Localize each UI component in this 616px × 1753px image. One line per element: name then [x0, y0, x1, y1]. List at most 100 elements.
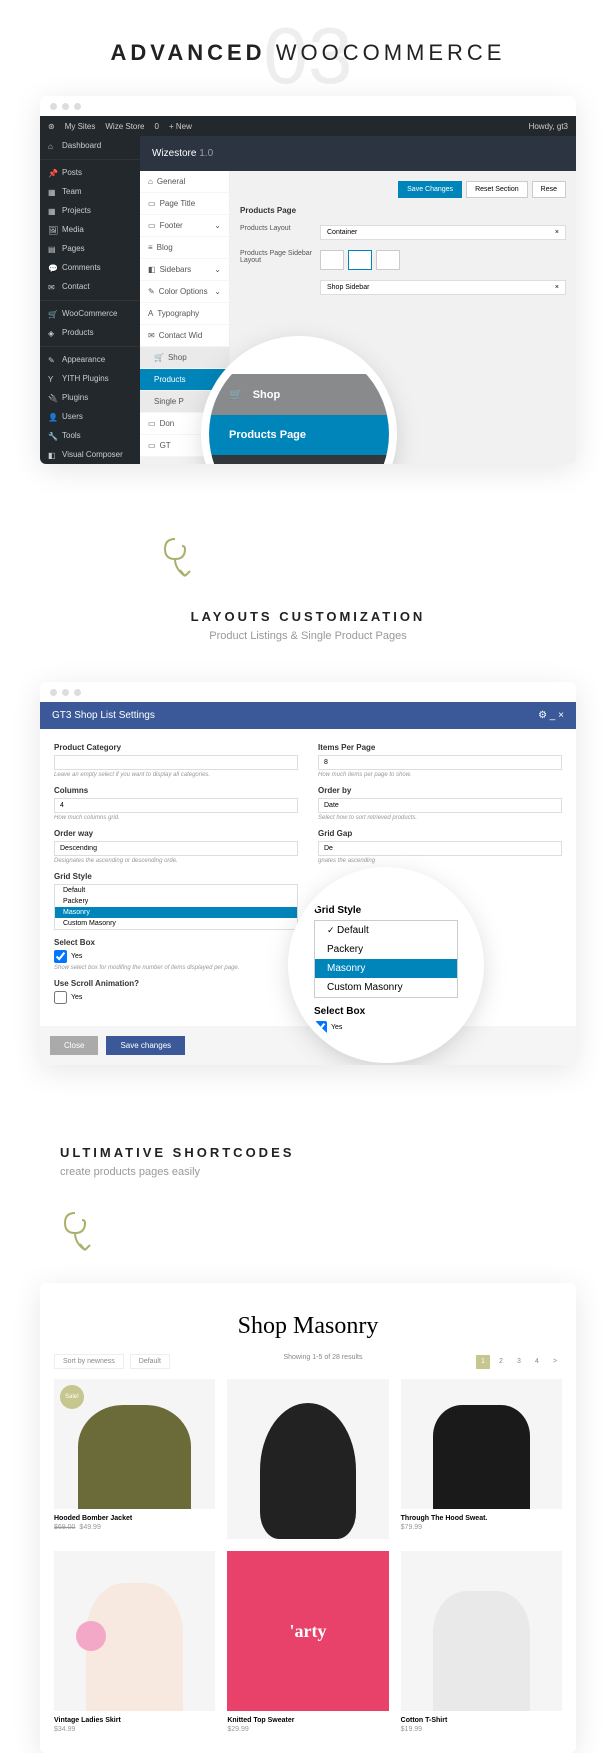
sidebar-media[interactable]: 🖼Media: [40, 220, 140, 239]
items-input[interactable]: [318, 755, 562, 770]
sidebar-layout-label: Products Page Sidebar Layout: [240, 250, 320, 270]
save-changes-button[interactable]: Save changes: [106, 1036, 185, 1055]
selectbox-label: Select Box: [54, 938, 298, 947]
products-layout-select[interactable]: Container×: [320, 225, 566, 240]
page-3[interactable]: 3: [512, 1355, 526, 1369]
sidebar-comments[interactable]: 💬Comments: [40, 258, 140, 277]
sidebar-tools[interactable]: 🔧Tools: [40, 426, 140, 445]
grid-style-dropdown[interactable]: Default Packery Masonry Custom Masonry: [54, 884, 298, 930]
filter-select[interactable]: Default: [130, 1354, 170, 1369]
scroll-checkbox[interactable]: Yes: [54, 991, 298, 1004]
product-card[interactable]: [227, 1379, 388, 1539]
page-title: ADVANCED WOOCOMMERCE: [0, 40, 616, 66]
nav-color[interactable]: ✎Color Options⌄: [140, 281, 229, 303]
shop-window: Shop Masonry Sort by newness Default Sho…: [40, 1283, 576, 1753]
zoom-single-product[interactable]: Single Product Page: [209, 455, 389, 464]
nav-typography[interactable]: ATypography: [140, 303, 229, 325]
columns-label: Columns: [54, 786, 298, 795]
section-3: ULTIMATIVE SHORTCODES create products pa…: [0, 1125, 616, 1208]
page-1[interactable]: 1: [476, 1355, 490, 1369]
results-text: Showing 1-5 of 28 results: [283, 1354, 362, 1369]
sidebar-products[interactable]: ◈Products: [40, 323, 140, 342]
layout-options[interactable]: [320, 250, 566, 270]
close-button[interactable]: Close: [50, 1036, 98, 1055]
product-card[interactable]: 'arty Knitted Top Sweater $29.99: [227, 1551, 388, 1733]
nav-page-title[interactable]: ▭Page Title: [140, 193, 229, 215]
product-card[interactable]: Cotton T-Shirt $19.99: [401, 1551, 562, 1733]
hero-section: 03 ADVANCED WOOCOMMERCE: [0, 0, 616, 96]
nav-contact[interactable]: ✉Contact Wid: [140, 325, 229, 347]
sale-badge: Sale!: [60, 1385, 84, 1409]
zoom-grid-dropdown[interactable]: Default Packery Masonry Custom Masonry: [314, 920, 458, 998]
reset-button[interactable]: Rese: [532, 181, 566, 198]
sidebar-visual-composer[interactable]: ◧Visual Composer: [40, 445, 140, 464]
new-link[interactable]: + New: [169, 122, 192, 131]
section-2-text: LAYOUTS CUSTOMIZATION Product Listings &…: [0, 609, 616, 642]
product-grid: Sale! Hooded Bomber Jacket $69.00$49.99 …: [40, 1379, 576, 1753]
scroll-label: Use Scroll Animation?: [54, 979, 298, 988]
arrow-decoration: [160, 534, 616, 589]
order-select[interactable]: [54, 841, 298, 856]
sidebar-woocommerce[interactable]: 🛒WooCommerce: [40, 300, 140, 323]
page-2[interactable]: 2: [494, 1355, 508, 1369]
wp-sidebar: ⌂Dashboard 📌Posts ▦Team ▦Projects 🖼Media…: [40, 136, 140, 464]
gt3-window: GT3 Shop List Settings ⚙ _ × Product Cat…: [40, 682, 576, 1065]
my-sites-link[interactable]: My Sites: [65, 122, 96, 131]
cart-icon: 🛒: [229, 388, 243, 401]
nav-products-page[interactable]: Products: [140, 369, 229, 391]
sidebar-appearance[interactable]: ✎Appearance: [40, 346, 140, 369]
pagination: 1 2 3 4 >: [476, 1354, 562, 1369]
nav-shop[interactable]: 🛒Shop: [140, 347, 229, 369]
site-name-link[interactable]: Wize Store: [105, 122, 144, 131]
product-card[interactable]: Sale! Hooded Bomber Jacket $69.00$49.99: [54, 1379, 215, 1539]
products-layout-label: Products Layout: [240, 225, 320, 240]
sidebar-posts[interactable]: 📌Posts: [40, 159, 140, 182]
selectbox-checkbox[interactable]: Yes: [54, 950, 298, 963]
save-button[interactable]: Save Changes: [398, 181, 462, 198]
section-title: Products Page: [240, 206, 566, 215]
window-titlebar: [40, 682, 576, 702]
sidebar-projects[interactable]: ▦Projects: [40, 201, 140, 220]
gt3-footer: Close Save changes: [40, 1026, 576, 1065]
orderby-select[interactable]: [318, 798, 562, 813]
wordpress-window: ⊛ My Sites Wize Store 0 + New Howdy, gt3…: [40, 96, 576, 464]
shop-sidebar-select[interactable]: Shop Sidebar×: [320, 280, 566, 295]
layouts-title: LAYOUTS CUSTOMIZATION: [0, 609, 616, 624]
shortcodes-subtitle: create products pages easily: [60, 1166, 294, 1178]
sidebar-users[interactable]: 👤Users: [40, 407, 140, 426]
reset-section-button[interactable]: Reset Section: [466, 181, 528, 198]
sidebar-yith[interactable]: YYITH Plugins: [40, 369, 140, 388]
page-next[interactable]: >: [548, 1355, 562, 1369]
grid-style-label: Grid Style: [54, 872, 298, 881]
shortcodes-title: ULTIMATIVE SHORTCODES: [60, 1145, 294, 1160]
page-4[interactable]: 4: [530, 1355, 544, 1369]
nav-general[interactable]: ⌂General: [140, 171, 229, 193]
zoom-shop[interactable]: 🛒Shop: [209, 374, 389, 415]
comments-count[interactable]: 0: [155, 122, 159, 131]
zoom-products-page[interactable]: Products Page: [209, 415, 389, 455]
orderby-label: Order by: [318, 786, 562, 795]
sidebar-dashboard[interactable]: ⌂Dashboard: [40, 136, 140, 155]
columns-input[interactable]: [54, 798, 298, 813]
category-label: Product Category: [54, 743, 298, 752]
product-card[interactable]: Through The Hood Sweat. $79.99: [401, 1379, 562, 1539]
nav-sidebars[interactable]: ◧Sidebars⌄: [140, 259, 229, 281]
category-input[interactable]: [54, 755, 298, 770]
gap-input[interactable]: [318, 841, 562, 856]
product-card[interactable]: Vintage Ladies Skirt $34.99: [54, 1551, 215, 1733]
window-controls[interactable]: ⚙ _ ×: [538, 710, 564, 721]
nav-blog[interactable]: ≡Blog: [140, 237, 229, 259]
order-label: Order way: [54, 829, 298, 838]
wp-logo-icon[interactable]: ⊛: [48, 122, 55, 131]
sidebar-pages[interactable]: ▤Pages: [40, 239, 140, 258]
sidebar-contact[interactable]: ✉Contact: [40, 277, 140, 296]
howdy-user[interactable]: Howdy, gt3: [529, 122, 568, 131]
nav-footer[interactable]: ▭Footer⌄: [140, 215, 229, 237]
gap-label: Grid Gap: [318, 829, 562, 838]
sort-select[interactable]: Sort by newness: [54, 1354, 124, 1369]
wp-admin-bar[interactable]: ⊛ My Sites Wize Store 0 + New Howdy, gt3: [40, 116, 576, 136]
sidebar-team[interactable]: ▦Team: [40, 182, 140, 201]
zoom-dropdown: Grid Style Default Packery Masonry Custo…: [296, 875, 476, 1055]
sidebar-plugins[interactable]: 🔌Plugins: [40, 388, 140, 407]
items-label: Items Per Page: [318, 743, 562, 752]
